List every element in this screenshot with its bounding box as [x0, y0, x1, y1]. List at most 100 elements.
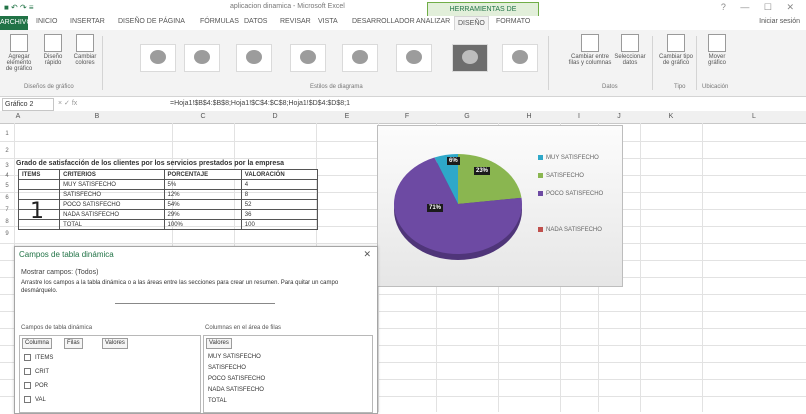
name-box[interactable]: Gráfico 2 [2, 98, 54, 111]
list-item[interactable]: NADA SATISFECHO [208, 387, 264, 393]
data-label[interactable]: 6% [447, 157, 460, 165]
tab-review[interactable]: REVISAR [280, 18, 311, 25]
chart-style-8[interactable] [502, 44, 538, 72]
legend-entry[interactable]: MUY SATISFECHO [538, 155, 618, 161]
pie-chart[interactable]: 6% 23% 71% MUY SATISFECHO SATISFECHO POC… [377, 125, 623, 287]
tab-insert[interactable]: INSERTAR [70, 18, 105, 25]
tab-view[interactable]: VISTA [318, 18, 338, 25]
table-cell[interactable] [17, 179, 61, 190]
tab-formulas[interactable]: FÓRMULAS [200, 18, 239, 25]
tab-file[interactable]: ARCHIVO [0, 16, 32, 30]
row-header[interactable]: 7 [0, 207, 14, 213]
values-button[interactable]: Valores [102, 338, 128, 349]
pane-subtitle[interactable]: Mostrar campos: (Todos) [21, 269, 98, 276]
table-cell[interactable]: 54% [163, 199, 242, 210]
list-item[interactable]: CRIT [24, 368, 49, 375]
field-list[interactable]: Columna Filas Valores ITEMS CRIT POR VAL [19, 335, 201, 413]
table-header[interactable]: ITEMS [17, 169, 61, 180]
columns-button[interactable]: Columna [22, 338, 53, 349]
table-header[interactable]: VALORACIÓN [240, 169, 319, 180]
column-header[interactable]: D [234, 111, 317, 124]
formula-input[interactable]: =Hoja1!$B$4:$B$8;Hoja1!$C$4:$C$8;Hoja1!$… [170, 98, 350, 109]
values-area-button[interactable]: Valores [206, 338, 232, 349]
pie-slice[interactable] [458, 154, 522, 204]
checkbox[interactable] [24, 354, 31, 361]
data-label[interactable]: 23% [474, 167, 491, 175]
list-item[interactable]: MUY SATISFECHO [208, 354, 261, 360]
table-cell[interactable]: MUY SATISFECHO [59, 179, 165, 190]
table-cell[interactable]: 36 [240, 209, 319, 220]
chart-style-3[interactable] [236, 44, 272, 72]
row-header[interactable]: 3 [0, 163, 14, 169]
table-cell[interactable] [17, 189, 61, 200]
table-header[interactable]: CRITERIOS [59, 169, 165, 180]
checkbox[interactable] [24, 382, 31, 389]
table-cell[interactable]: 100 [240, 219, 319, 230]
select-all-corner[interactable] [0, 111, 15, 124]
tab-home[interactable]: INICIO [36, 18, 57, 25]
tab-data[interactable]: DATOS [244, 18, 267, 25]
list-item[interactable]: TOTAL [208, 398, 227, 404]
column-header[interactable]: E [316, 111, 379, 124]
column-header[interactable]: L [702, 111, 806, 124]
legend-entry[interactable]: SATISFECHO [538, 173, 618, 179]
row-header[interactable]: 6 [0, 195, 14, 201]
row-header[interactable]: 1 [0, 131, 14, 137]
values-area[interactable]: Valores MUY SATISFECHO SATISFECHO POCO S… [203, 335, 373, 413]
column-header[interactable]: I [560, 111, 599, 124]
list-item[interactable]: SATISFECHO [208, 365, 246, 371]
formula-buttons[interactable]: × ✓ fx [58, 98, 148, 109]
column-header[interactable]: H [498, 111, 561, 124]
quick-layout-button[interactable]: Diseño rápido [38, 34, 68, 74]
close-icon[interactable]: ✕ [363, 249, 371, 260]
select-data-button[interactable]: Seleccionar datos [612, 34, 648, 74]
sign-in-link[interactable]: Iniciar sesión [759, 18, 800, 25]
chart-style-2[interactable] [184, 44, 220, 72]
list-item[interactable]: ITEMS [24, 354, 53, 361]
tab-developer[interactable]: DESARROLLADOR [352, 18, 415, 25]
column-header[interactable]: C [172, 111, 235, 124]
window-controls[interactable]: ? — ☐ ✕ [721, 2, 800, 13]
column-header[interactable]: K [640, 111, 703, 124]
table-cell[interactable]: 52 [240, 199, 319, 210]
table-cell[interactable]: 29% [163, 209, 242, 220]
table-cell[interactable]: POCO SATISFECHO [59, 199, 165, 210]
table-cell[interactable]: 5% [163, 179, 242, 190]
chart-style-selected[interactable] [452, 44, 488, 72]
chart-style-4[interactable] [290, 44, 326, 72]
list-item[interactable]: VAL [24, 396, 46, 403]
checkbox[interactable] [24, 368, 31, 375]
tab-format[interactable]: FORMATO [496, 18, 530, 25]
row-header[interactable]: 2 [0, 148, 14, 154]
add-chart-element-button[interactable]: Agregar elemento de gráfico [4, 34, 34, 74]
column-header[interactable]: J [598, 111, 641, 124]
sheet-data-table[interactable]: ITEMS CRITERIOS PORCENTAJE VALORACIÓN MU… [17, 169, 319, 230]
row-header[interactable]: 9 [0, 231, 14, 237]
tab-design[interactable]: DISEÑO [454, 16, 489, 30]
column-header[interactable]: F [378, 111, 437, 124]
change-colors-button[interactable]: Cambiar colores [72, 34, 98, 74]
chart-style-6[interactable] [396, 44, 432, 72]
table-cell[interactable]: NADA SATISFECHO [59, 209, 165, 220]
pane-splitter[interactable] [115, 303, 275, 308]
data-label[interactable]: 71% [427, 204, 444, 212]
change-chart-type-button[interactable]: Cambiar tipo de gráfico [656, 34, 696, 74]
rows-button[interactable]: Filas [64, 338, 83, 349]
checkbox[interactable] [24, 396, 31, 403]
tab-page-layout[interactable]: DISEÑO DE PÁGINA [118, 18, 185, 25]
move-chart-button[interactable]: Mover gráfico [700, 34, 734, 74]
tab-analyze[interactable]: ANALIZAR [416, 18, 450, 25]
column-header[interactable]: G [436, 111, 499, 124]
row-header[interactable]: 4 [0, 173, 14, 179]
table-cell[interactable]: 4 [240, 179, 319, 190]
chart-style-5[interactable] [342, 44, 378, 72]
legend-entry[interactable]: POCO SATISFECHO [538, 191, 618, 197]
row-header[interactable]: 8 [0, 219, 14, 225]
switch-row-column-button[interactable]: Cambiar entre filas y columnas [568, 34, 612, 74]
quick-access-toolbar[interactable]: ■ ↶ ↷ ≡ [4, 3, 34, 12]
table-cell[interactable]: 8 [240, 189, 319, 200]
table-header[interactable]: PORCENTAJE [163, 169, 242, 180]
table-cell[interactable]: 100% [163, 219, 242, 230]
legend-entry[interactable]: NADA SATISFECHO [538, 227, 618, 233]
list-item[interactable]: POR [24, 382, 48, 389]
